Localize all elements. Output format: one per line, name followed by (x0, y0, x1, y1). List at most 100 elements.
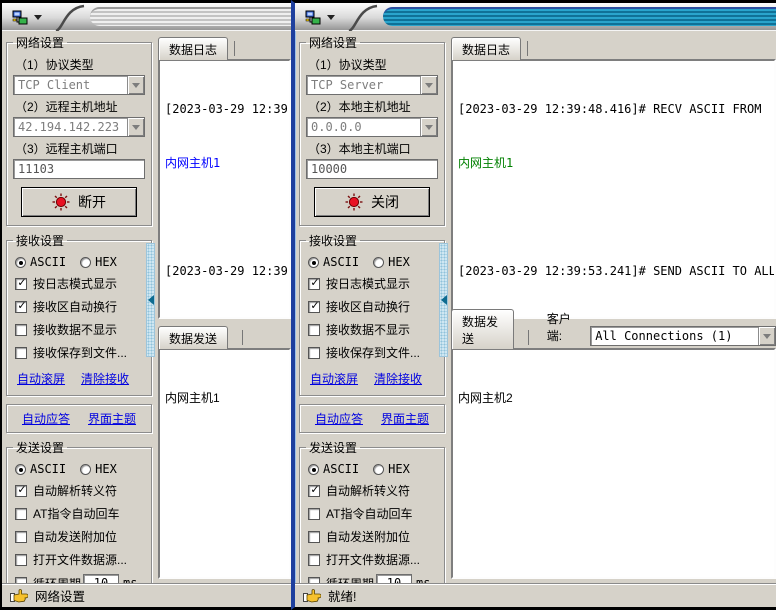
send-ascii-radio[interactable]: ASCII (15, 462, 66, 476)
protocol-combobox[interactable]: TCP Client (13, 75, 145, 95)
checkbox-append-bits[interactable]: 自动发送附加位 (308, 528, 438, 545)
checkbox-log-mode[interactable]: 按日志模式显示 (308, 275, 438, 292)
panel-splitter[interactable] (439, 243, 448, 357)
extra-links-box: 自动应答 界面主题 (6, 404, 152, 433)
checkbox-icon[interactable] (15, 346, 27, 359)
local-host-label: （2）本地主机地址 (308, 100, 411, 114)
auto-reply-link[interactable]: 自动应答 (315, 410, 363, 427)
checkbox-save-file[interactable]: 接收保存到文件... (15, 344, 145, 361)
recv-hex-radio[interactable]: HEX (80, 255, 117, 269)
checkbox-file-source[interactable]: 打开文件数据源... (15, 551, 145, 568)
checkbox-icon[interactable] (15, 507, 27, 520)
checkbox-icon[interactable] (308, 277, 321, 290)
tab-data-send[interactable]: 数据发送 (158, 326, 229, 349)
combo-arrow-button[interactable] (127, 76, 144, 94)
network-icon (12, 10, 28, 24)
combo-arrow-button[interactable] (420, 76, 437, 94)
theme-link[interactable]: 界面主题 (381, 410, 429, 427)
checkbox-label: 自动解析转义符 (326, 484, 411, 498)
toolbar-swoosh (348, 4, 378, 31)
checkbox-append-bits[interactable]: 自动发送附加位 (15, 528, 145, 545)
checkbox-icon[interactable] (15, 484, 28, 497)
checkbox-cycle-icon[interactable] (308, 577, 320, 583)
client-combobox[interactable]: All Connections (1) (590, 326, 776, 346)
combo-arrow-button[interactable] (758, 327, 775, 345)
radio-icon[interactable] (80, 257, 92, 268)
tab-divider (527, 330, 529, 345)
pointing-hand-icon (10, 588, 28, 602)
checkbox-auto-wrap[interactable]: 接收区自动换行 (308, 298, 438, 315)
checkbox-icon[interactable] (15, 553, 27, 566)
checkbox-cycle-icon[interactable] (15, 577, 27, 583)
radio-icon[interactable] (373, 257, 385, 268)
radio-icon[interactable] (373, 464, 385, 475)
checkbox-escape-parse[interactable]: 自动解析转义符 (308, 482, 438, 499)
checkbox-hide-data[interactable]: 接收数据不显示 (308, 321, 438, 338)
send-ascii-radio[interactable]: ASCII (308, 462, 359, 476)
close-server-button[interactable]: 关闭 (314, 187, 430, 217)
send-hex-radio[interactable]: HEX (373, 462, 410, 476)
checkbox-icon[interactable] (308, 507, 320, 520)
disconnect-button[interactable]: 断开 (21, 187, 137, 217)
checkbox-log-mode[interactable]: 按日志模式显示 (15, 275, 145, 292)
checkbox-label: 自动解析转义符 (33, 484, 118, 498)
theme-link[interactable]: 界面主题 (88, 410, 136, 427)
tab-data-log[interactable]: 数据日志 (158, 37, 229, 60)
tab-data-log[interactable]: 数据日志 (451, 37, 522, 60)
clear-receive-link[interactable]: 清除接收 (374, 370, 422, 387)
checkbox-file-source[interactable]: 打开文件数据源... (308, 551, 438, 568)
checkbox-at-return[interactable]: AT指令自动回车 (308, 505, 438, 522)
cycle-period-input[interactable] (83, 574, 120, 583)
recv-ascii-radio[interactable]: ASCII (308, 255, 359, 269)
checkbox-escape-parse[interactable]: 自动解析转义符 (15, 482, 145, 499)
checkbox-hide-data[interactable]: 接收数据不显示 (15, 321, 145, 338)
checkbox-icon[interactable] (308, 553, 320, 566)
checkbox-icon[interactable] (15, 323, 27, 336)
remote-host-combobox[interactable]: 42.194.142.223 (13, 117, 145, 137)
data-log-pane[interactable]: [2023-03-29 12:39:48.416]# RECV ASCII FR… (451, 59, 776, 319)
settings-column: 网络设置 （1）协议类型 TCP Server （2）本地主机地址 0.0.0.… (299, 34, 447, 583)
data-log-pane[interactable]: [2023-03-29 12:39:48.3 内网主机1 [2023-03-29… (158, 59, 291, 319)
remote-host-label: （2）远程主机地址 (15, 100, 118, 114)
send-tabrow: 数据发送 客户端: All Connections (1) (451, 309, 776, 349)
radio-icon[interactable] (308, 464, 319, 475)
recv-ascii-radio[interactable]: ASCII (15, 255, 66, 269)
cycle-period-input[interactable] (376, 574, 413, 583)
local-port-input[interactable] (306, 159, 438, 179)
send-hex-radio[interactable]: HEX (80, 462, 117, 476)
clear-receive-link[interactable]: 清除接收 (81, 370, 129, 387)
group-title: 发送设置 (309, 441, 358, 455)
auto-scroll-link[interactable]: 自动滚屏 (310, 370, 358, 387)
checkbox-icon[interactable] (308, 323, 320, 336)
local-host-combobox[interactable]: 0.0.0.0 (306, 117, 438, 137)
combo-arrow-button[interactable] (127, 118, 144, 136)
log-line: 内网主机1 (458, 156, 514, 170)
menu-button[interactable] (301, 6, 339, 28)
checkbox-icon[interactable] (308, 484, 321, 497)
checkbox-at-return[interactable]: AT指令自动回车 (15, 505, 145, 522)
checkbox-icon[interactable] (308, 346, 320, 359)
recv-hex-radio[interactable]: HEX (373, 255, 410, 269)
checkbox-icon[interactable] (15, 300, 28, 313)
radio-icon[interactable] (308, 257, 319, 268)
auto-scroll-link[interactable]: 自动滚屏 (17, 370, 65, 387)
tab-data-send[interactable]: 数据发送 (451, 309, 514, 349)
panel-splitter[interactable] (146, 243, 155, 357)
checkbox-icon[interactable] (308, 300, 321, 313)
checkbox-auto-wrap[interactable]: 接收区自动换行 (15, 298, 145, 315)
auto-reply-link[interactable]: 自动应答 (22, 410, 70, 427)
protocol-combobox[interactable]: TCP Server (306, 75, 438, 95)
radio-icon[interactable] (15, 464, 26, 475)
checkbox-icon[interactable] (308, 530, 320, 543)
checkbox-icon[interactable] (15, 277, 28, 290)
remote-port-input[interactable] (13, 159, 145, 179)
menu-button[interactable] (8, 6, 46, 28)
combo-arrow-button[interactable] (420, 118, 437, 136)
checkbox-icon[interactable] (15, 530, 27, 543)
checkbox-save-file[interactable]: 接收保存到文件... (308, 344, 438, 361)
radio-icon[interactable] (80, 464, 92, 475)
radio-icon[interactable] (15, 257, 26, 268)
data-send-pane[interactable]: 内网主机1 (158, 348, 291, 579)
data-send-pane[interactable]: 内网主机2 (451, 348, 776, 579)
